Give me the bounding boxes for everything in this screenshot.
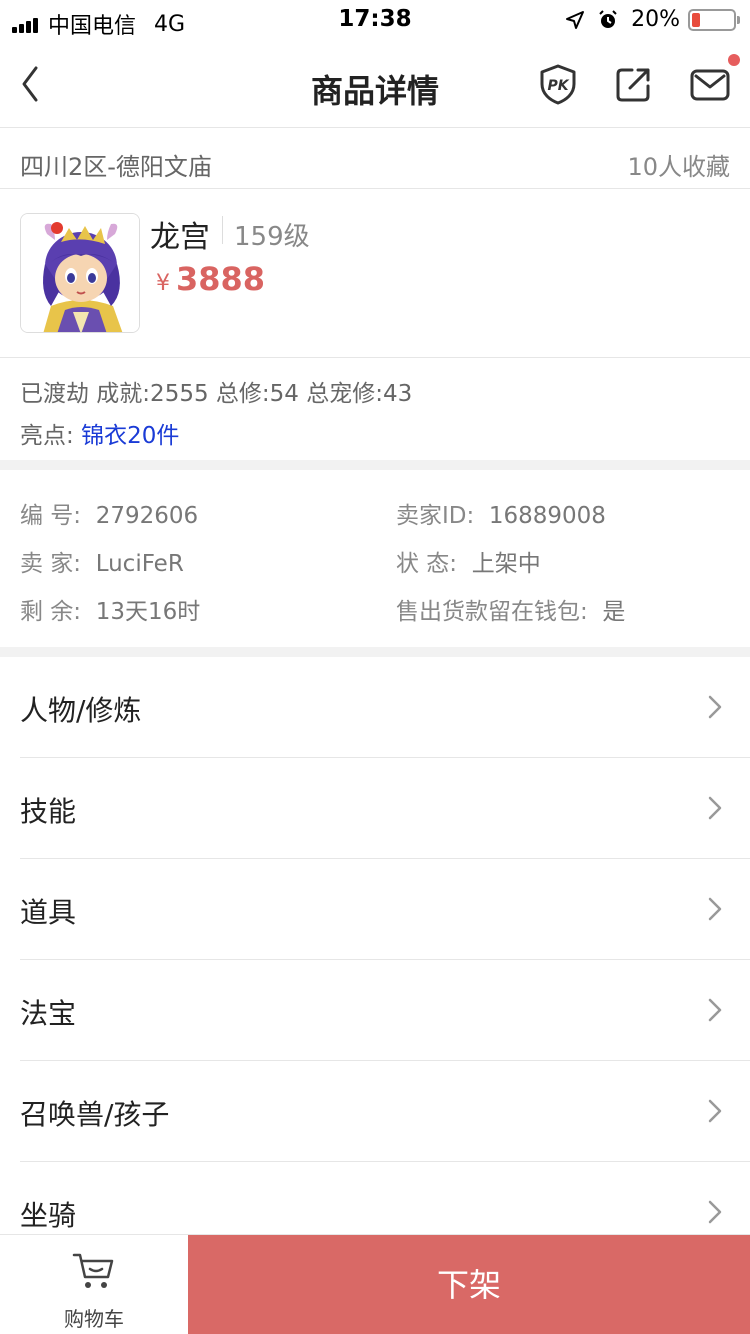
price: ¥3888: [156, 260, 265, 298]
section-divider: [0, 647, 750, 657]
mail-icon: [690, 69, 730, 101]
remain-value: 13天16时: [95, 599, 201, 625]
stats-summary: 已渡劫 成就:2555 总修:54 总宠修:43: [20, 381, 413, 407]
svg-text:PK: PK: [547, 78, 569, 94]
seller-name: 卖 家: LuciFeR: [20, 544, 184, 578]
divider: [222, 216, 223, 244]
highlight-value: 锦衣20件: [81, 423, 180, 449]
highlight-row: 亮点: 锦衣20件: [20, 416, 179, 450]
chevron-right-icon: [708, 695, 722, 719]
listing-status: 状 态: 上架中: [396, 544, 541, 578]
serial-number: 编 号: 2792606: [20, 496, 198, 530]
shopping-cart-icon: [72, 1253, 114, 1288]
status-label: 状 态:: [396, 551, 458, 577]
chevron-right-icon: [708, 1099, 722, 1123]
share-button[interactable]: [612, 62, 656, 106]
chevron-right-icon: [708, 796, 722, 820]
cart-button[interactable]: 购物车: [0, 1235, 188, 1334]
character-avatar[interactable]: [20, 213, 140, 333]
favorite-count: 10人收藏: [627, 153, 730, 181]
take-down-button[interactable]: 下架: [188, 1235, 750, 1334]
pk-button[interactable]: PK: [536, 62, 580, 106]
category-item-character[interactable]: 人物/修炼: [0, 657, 750, 758]
wallet-setting: 售出货款留在钱包: 是: [396, 592, 625, 626]
listing-info: 编 号: 2792606 卖家ID: 16889008 卖 家: LuciFeR…: [0, 470, 750, 646]
seller-label: 卖 家:: [20, 551, 82, 577]
status-bar: 中国电信 4G 17:38 20%: [0, 0, 750, 40]
mail-button[interactable]: [688, 54, 740, 106]
category-list: 人物/修炼 技能 道具 法宝 召唤兽/孩子 坐骑: [0, 657, 750, 1263]
currency-symbol: ¥: [156, 271, 170, 296]
serial-value: 2792606: [95, 503, 199, 529]
category-label: 道具: [20, 896, 77, 929]
wallet-value: 是: [602, 599, 626, 625]
category-item-items[interactable]: 道具: [0, 859, 750, 960]
seller-id: 卖家ID: 16889008: [396, 496, 606, 530]
bottom-action-bar: 购物车 下架: [0, 1234, 750, 1334]
seller-id-label: 卖家ID:: [396, 503, 475, 529]
remain-label: 剩 余:: [20, 599, 82, 625]
chevron-right-icon: [708, 1200, 722, 1224]
category-label: 法宝: [20, 997, 77, 1030]
character-portrait-image: [21, 214, 139, 332]
serial-label: 编 号:: [20, 503, 82, 529]
seller-value: LuciFeR: [95, 551, 184, 577]
wallet-label: 售出货款留在钱包:: [396, 599, 588, 625]
highlight-label: 亮点:: [20, 423, 74, 449]
time-remaining: 剩 余: 13天16时: [20, 592, 200, 626]
seller-id-value: 16889008: [488, 503, 606, 529]
alarm-icon: [597, 9, 619, 31]
category-label: 人物/修炼: [20, 694, 142, 727]
unread-dot: [728, 54, 740, 66]
category-label: 坐骑: [20, 1199, 77, 1232]
character-level: 159级: [234, 222, 310, 252]
server-row: 四川2区-德阳文庙 10人收藏: [0, 129, 750, 189]
chevron-right-icon: [708, 897, 722, 921]
chevron-right-icon: [708, 998, 722, 1022]
character-class: 龙宫: [150, 220, 210, 255]
battery-icon: [688, 8, 740, 31]
category-label: 技能: [20, 795, 77, 828]
category-label: 召唤兽/孩子: [20, 1098, 170, 1131]
nav-bar: 商品详情 PK: [0, 40, 750, 128]
category-item-skills[interactable]: 技能: [0, 758, 750, 859]
category-item-treasures[interactable]: 法宝: [0, 960, 750, 1061]
section-divider: [0, 460, 750, 470]
price-value: 3888: [176, 260, 266, 298]
share-icon: [616, 68, 650, 102]
status-value: 上架中: [471, 551, 541, 577]
cart-label: 购物车: [64, 1307, 124, 1331]
pk-icon: PK: [540, 64, 576, 105]
battery-percent: 20%: [631, 7, 680, 32]
category-item-pets[interactable]: 召唤兽/孩子: [0, 1061, 750, 1162]
role-card: 龙宫 159级 ¥3888: [0, 190, 750, 358]
status-right: 20%: [565, 7, 740, 32]
server-name: 四川2区-德阳文庙: [20, 153, 212, 181]
location-icon: [565, 10, 585, 30]
